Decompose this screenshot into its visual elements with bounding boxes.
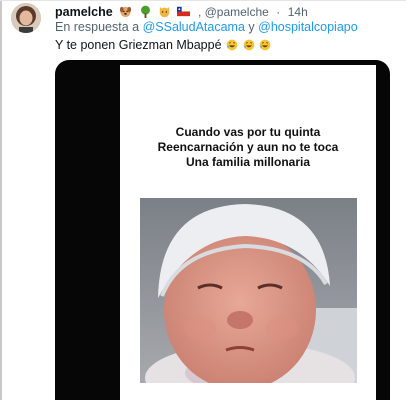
mention-hospitalcopiapo[interactable]: @hospitalcopiapo — [258, 20, 358, 34]
avatar-image — [11, 3, 41, 33]
author-name[interactable]: pamelche — [55, 5, 113, 19]
rolling-laughing-emoji-icon — [243, 39, 254, 51]
chile-flag-icon — [177, 6, 191, 17]
meme-panel: Cuando vas por tu quinta Reencarnación y… — [120, 65, 376, 400]
tweet-text: Y te ponen Griezman Mbappé — [55, 38, 222, 52]
rolling-laughing-emoji-icon — [226, 39, 238, 51]
meme-caption: Cuando vas por tu quinta Reencarnación y… — [120, 125, 376, 170]
tweet-text-line: Y te ponen Griezman Mbappé — [55, 38, 271, 52]
mention-ssaludatacama[interactable]: @SSaludAtacama — [143, 20, 245, 34]
separator-dot: · — [276, 5, 281, 19]
cat-emoji-icon — [159, 6, 170, 18]
rolling-laughing-emoji-icon — [259, 39, 271, 51]
author-handle[interactable]: @pamelche — [205, 5, 269, 19]
tweet-media[interactable]: Cuando vas por tu quinta Reencarnación y… — [55, 60, 390, 400]
reply-prefix: En respuesta a — [55, 20, 140, 34]
top-border — [0, 0, 406, 1]
caption-line: Una familia millonaria — [185, 155, 311, 169]
caption-line: Cuando vas por tu quinta — [175, 125, 321, 139]
caption-line: Reencarnación y aun no te toca — [157, 140, 339, 154]
window-border — [0, 0, 2, 400]
avatar[interactable] — [11, 3, 41, 33]
reply-joiner: y — [248, 20, 255, 34]
reply-context: En respuesta a @SSaludAtacama y @hospita… — [55, 20, 358, 34]
baby-photo — [140, 198, 357, 383]
baby-image — [140, 198, 357, 383]
dog-emoji-icon — [120, 6, 132, 18]
tree-emoji-icon — [140, 5, 150, 18]
tweet-time[interactable]: 14h — [288, 5, 308, 19]
tweet-header: pamelche , @pamelche · 14h — [55, 5, 308, 19]
